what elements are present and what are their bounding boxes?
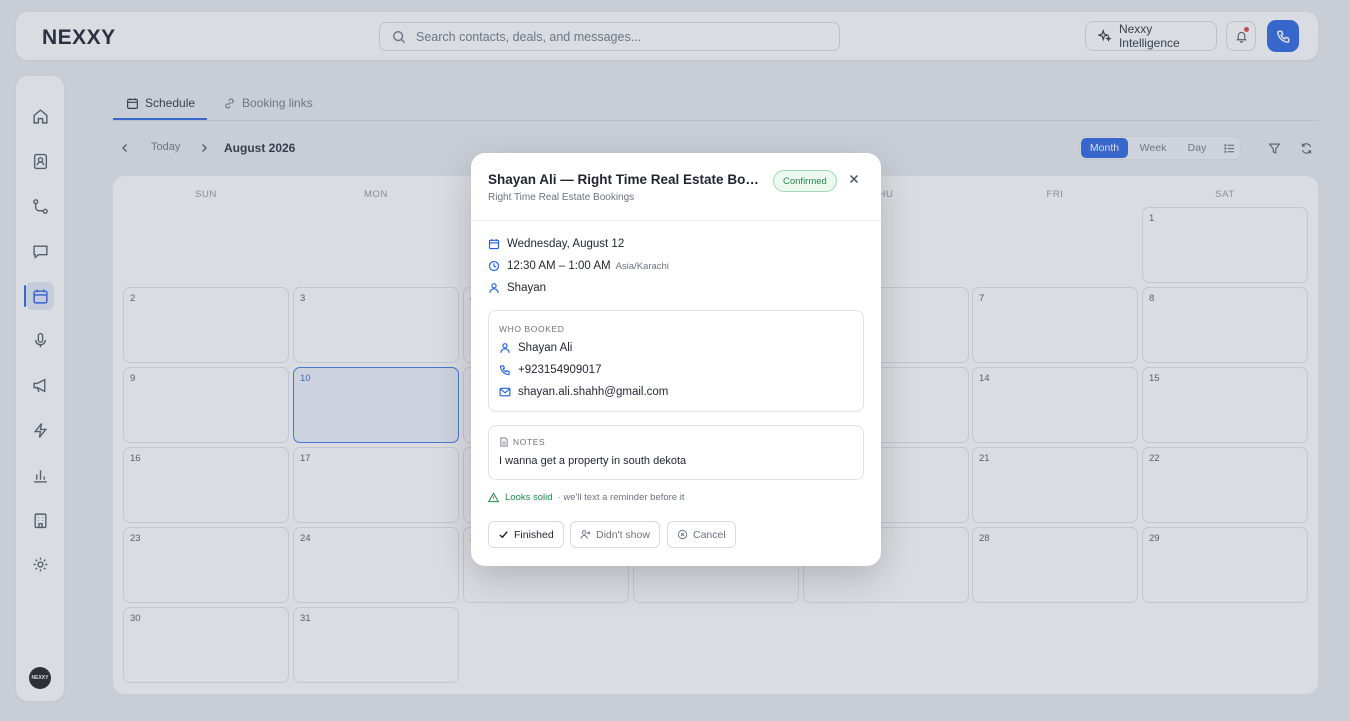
booking-time-row: 12:30 AM – 1:00 AM Asia/Karachi [488,260,669,272]
calendar-icon [488,239,500,250]
notes-card: NOTES I wanna get a property in south de… [488,425,864,480]
reminder-status-main: Looks solid [505,492,553,503]
notes-label-text: NOTES [513,437,546,447]
status-badge: Confirmed [773,170,837,192]
close-button[interactable] [846,171,862,187]
mark-finished-button[interactable]: Finished [488,521,564,548]
booker-email: shayan.ali.shahh@gmail.com [518,386,669,398]
mark-no-show-button[interactable]: Didn't show [570,521,660,548]
booking-details-modal: Shayan Ali — Right Time Real Estate Book… [471,153,881,566]
check-icon [499,531,508,539]
user-x-icon [580,530,591,539]
booking-date: Wednesday, August 12 [507,238,625,250]
booking-date-row: Wednesday, August 12 [488,238,624,250]
mark-finished-label: Finished [514,528,554,541]
note-icon [500,437,508,447]
mail-icon [499,387,511,397]
close-icon [849,174,859,184]
cancel-booking-button[interactable]: Cancel [667,521,736,548]
booker-email-row[interactable]: shayan.ali.shahh@gmail.com [499,386,668,398]
booking-subtitle: Right Time Real Estate Bookings [488,192,635,203]
user-icon [489,283,499,293]
booking-title: Shayan Ali — Right Time Real Estate Book… [488,172,762,187]
circle-x-icon [677,529,688,540]
mark-no-show-label: Didn't show [596,528,650,541]
booking-host: Shayan [507,282,547,294]
user-icon [500,343,510,353]
booker-name: Shayan Ali [518,342,573,354]
warning-triangle-icon [488,492,499,503]
booker-phone-row[interactable]: +923154909017 [499,364,601,376]
cancel-booking-label: Cancel [693,528,726,541]
notes-text: I wanna get a property in south dekota [499,455,687,467]
who-booked-label: WHO BOOKED [499,324,565,334]
clock-icon [488,260,500,272]
booker-phone: +923154909017 [518,364,602,376]
who-booked-card: WHO BOOKED Shayan Ali +923154909017 shay… [488,310,864,412]
notes-label: NOTES [499,437,545,447]
booking-timezone: Asia/Karachi [615,260,669,272]
modal-divider [471,220,881,221]
phone-icon [499,365,510,376]
reminder-status-detail: · we'll text a reminder before it [557,492,685,503]
booking-time: 12:30 AM – 1:00 AM [507,260,611,272]
booking-host-row: Shayan [488,282,546,294]
booker-name-row: Shayan Ali [499,342,572,354]
reminder-status: Looks solid · we'll text a reminder befo… [488,492,684,503]
